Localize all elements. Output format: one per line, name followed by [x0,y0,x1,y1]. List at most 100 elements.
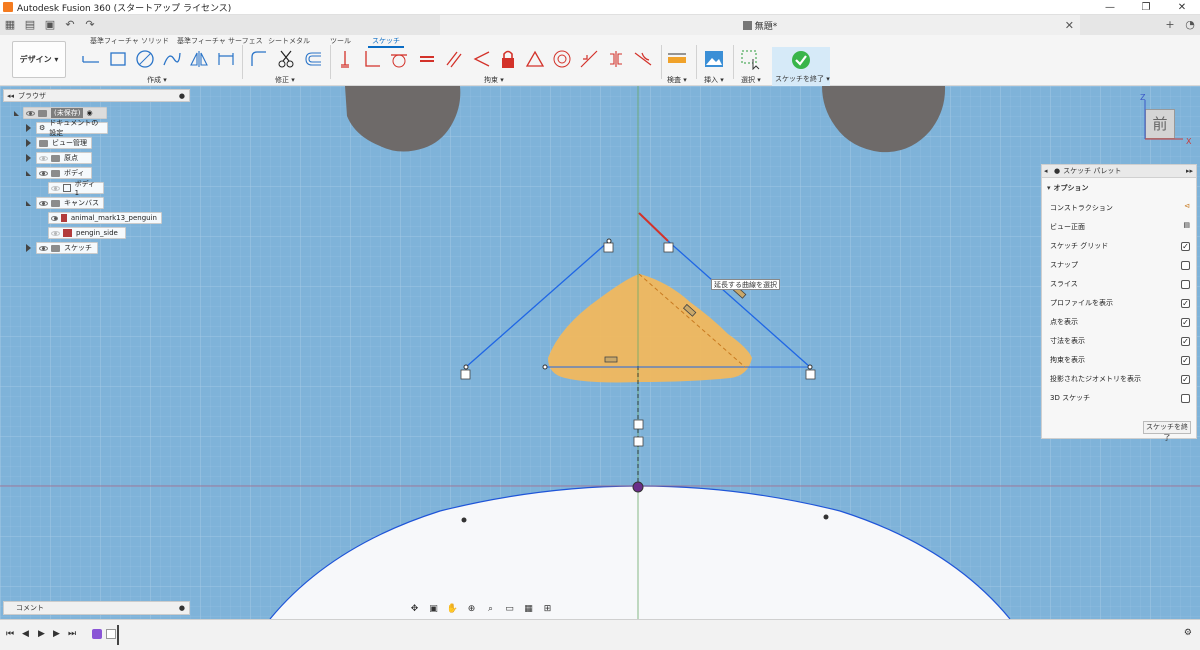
modify-group-label[interactable]: 修正 ▾ [275,75,295,85]
timeline-last-icon[interactable]: ⏭ [68,629,76,639]
browser-item-body1[interactable]: ボディ1 [48,180,104,197]
browser-item-bodies[interactable]: ボディ [36,167,92,179]
visibility-eye-icon[interactable] [39,245,48,251]
sketch-point[interactable] [606,238,612,244]
measure-tool-icon[interactable] [666,48,688,70]
zoom-icon[interactable]: ⊕ [462,604,481,614]
document-tab[interactable]: 無題* ✕ [440,15,1080,35]
mirror-tool-icon[interactable] [188,48,210,70]
visibility-eye-icon[interactable] [26,110,35,116]
curvature-constraint-icon[interactable] [632,48,654,70]
grid-settings-icon[interactable]: ▦ [519,604,538,614]
save-icon[interactable]: ▣ [42,17,58,33]
constraints-group-label[interactable]: 拘束 ▾ [484,75,504,85]
slice-checkbox[interactable] [1181,280,1190,289]
collapse-browser-icon[interactable]: ◂◂ [7,92,14,100]
undo-icon[interactable]: ↶ [62,17,78,33]
trim-scissors-icon[interactable] [275,48,297,70]
visibility-eye-icon[interactable] [51,215,58,221]
browser-item-canvases[interactable]: キャンバス [36,197,104,209]
minimize-button[interactable]: — [1092,0,1128,15]
job-status-icon[interactable]: ◔ [1180,15,1200,35]
select-tool-icon[interactable] [740,48,762,70]
pan-icon[interactable]: ✋ [443,604,462,614]
new-tab-button[interactable]: + [1160,15,1180,35]
inspect-group-label[interactable]: 検査 ▾ [667,75,687,85]
file-menu-icon[interactable]: ▤ [22,17,38,33]
fix-lock-icon[interactable] [497,48,519,70]
browser-item-document-settings[interactable]: ⚙ ドキュメントの設定 [36,119,108,137]
option-show-dimensions[interactable]: 寸法を表示 ✓ [1050,336,1190,348]
perpendicular-constraint-icon[interactable] [361,48,383,70]
symmetry-constraint-icon[interactable] [605,48,627,70]
canvas-viewport[interactable]: 前 [0,86,1200,619]
restore-button[interactable]: ❐ [1128,0,1164,15]
sketch-point[interactable] [807,364,813,370]
coincident-constraint-icon[interactable] [470,48,492,70]
look-at-nav-icon[interactable]: ▣ [424,604,443,614]
show-profile-checkbox[interactable]: ✓ [1181,299,1190,308]
arc-tool-icon[interactable] [161,48,183,70]
sketch-point[interactable] [542,364,548,370]
palette-expand-icon[interactable]: ▸▸ [1186,167,1193,175]
timeline-play-icon[interactable]: ▶ [38,629,45,639]
browser-item-sketches[interactable]: スケッチ [36,242,98,254]
option-show-projected-geometry[interactable]: 投影されたジオメトリを表示 ✓ [1050,374,1190,386]
tab-sketch[interactable]: スケッチ [368,36,404,48]
expand-icon[interactable] [26,154,31,162]
timeline-sketch-feature-icon[interactable] [106,629,116,639]
palette-pin-icon[interactable]: ● [1054,167,1060,175]
create-group-label[interactable]: 作成 ▾ [147,75,167,85]
offset-tool-icon[interactable] [302,48,324,70]
fillet-tool-icon[interactable] [248,48,270,70]
timeline-canvas-feature-icon[interactable] [92,629,102,639]
horizontal-vertical-constraint-icon[interactable] [334,48,356,70]
tab-sheetmetal[interactable]: シートメタル [268,36,310,46]
browser-item-named-views[interactable]: ビュー管理 [36,137,92,149]
finish-sketch-group[interactable]: スケッチを終了 ▾ [772,47,830,87]
browser-item-canvas-penguin[interactable]: animal_mark13_penguin [48,212,162,224]
timeline-next-icon[interactable]: ▶ [53,629,60,639]
look-at-icon[interactable]: ▤ [1183,221,1190,229]
comment-panel[interactable]: コメント ● [3,601,190,615]
option-slice[interactable]: スライス [1050,279,1190,291]
timeline-settings-gear-icon[interactable]: ⚙ [1184,628,1192,638]
option-look-at[interactable]: ビュー正面 ▤ [1050,221,1190,234]
arc-point[interactable] [823,514,829,520]
visibility-eye-icon[interactable] [39,170,48,176]
orbit-icon[interactable]: ✥ [405,604,424,614]
tab-tools[interactable]: ツール [330,36,351,46]
sketch-canvas[interactable] [0,86,1200,619]
display-settings-icon[interactable]: ▭ [500,604,519,614]
browser-item-origin[interactable]: 原点 [36,152,92,164]
timeline-first-icon[interactable]: ⏮ [6,629,14,639]
option-show-constraints[interactable]: 拘束を表示 ✓ [1050,355,1190,367]
dimension-tool-icon[interactable] [215,48,237,70]
sketch-grid-checkbox[interactable]: ✓ [1181,242,1190,251]
show-dimensions-checkbox[interactable]: ✓ [1181,337,1190,346]
visibility-eye-icon[interactable] [39,155,48,161]
palette-collapse-icon[interactable]: ◂ [1044,167,1048,175]
show-projected-geometry-checkbox[interactable]: ✓ [1181,375,1190,384]
3d-sketch-checkbox[interactable] [1181,394,1190,403]
close-window-button[interactable]: ✕ [1164,0,1200,15]
browser-panel-header[interactable]: ◂◂ ブラウザ ● [3,89,190,102]
rectangle-tool-icon[interactable] [107,48,129,70]
snap-checkbox[interactable] [1181,261,1190,270]
redo-icon[interactable]: ↷ [82,17,98,33]
option-show-profile[interactable]: プロファイルを表示 ✓ [1050,298,1190,310]
tab-solid[interactable]: 基準フィーチャ ソリッド [90,36,169,46]
insert-group-label[interactable]: 挿入 ▾ [704,75,724,85]
timeline-prev-icon[interactable]: ◀ [22,629,29,639]
expand-icon[interactable] [26,139,31,147]
expand-root-icon[interactable] [14,111,19,116]
visibility-eye-icon[interactable] [51,185,60,191]
origin-point[interactable] [632,481,644,493]
collinear-constraint-icon[interactable] [578,48,600,70]
close-tab-icon[interactable]: ✕ [1065,19,1074,32]
circle-tool-icon[interactable] [134,48,156,70]
expand-icon[interactable] [26,244,31,252]
browser-item-canvas-side[interactable]: pengin_side [48,227,126,239]
workspace-switcher-button[interactable]: デザイン ▾ [12,41,66,78]
active-radio-icon[interactable]: ◉ [86,109,92,117]
